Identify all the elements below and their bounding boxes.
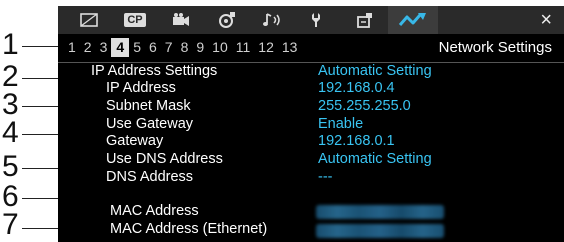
- ip-address-settings-value[interactable]: Automatic Setting: [318, 62, 432, 80]
- callout-1: 1: [2, 28, 19, 61]
- page-numbers: 1 2 3 4 5 6 7 8 9 10 11 12 13: [64, 38, 301, 57]
- page-9[interactable]: 9: [192, 38, 208, 57]
- mac-address-label: MAC Address: [110, 203, 199, 219]
- page-7[interactable]: 7: [161, 38, 177, 57]
- my-menu-icon: [357, 13, 372, 28]
- subnet-mask-value[interactable]: 255.255.255.0: [318, 97, 411, 115]
- close-button[interactable]: ×: [540, 9, 552, 31]
- callout-5: 5: [2, 150, 19, 183]
- subnet-mask-label: Subnet Mask: [106, 98, 191, 114]
- tab-recording-setup[interactable]: [204, 6, 250, 34]
- mac-address-value-redacted: [316, 205, 444, 219]
- custom-picture-icon: CP: [124, 13, 146, 27]
- gateway-value[interactable]: 192.168.0.1: [318, 132, 395, 150]
- page-10[interactable]: 10: [208, 38, 232, 57]
- page-13[interactable]: 13: [278, 38, 302, 57]
- page-12[interactable]: 12: [254, 38, 278, 57]
- recording-setup-icon: [219, 12, 235, 28]
- page-6[interactable]: 6: [145, 38, 161, 57]
- use-gateway-label: Use Gateway: [106, 116, 194, 132]
- page-5[interactable]: 5: [129, 38, 145, 57]
- page-title: Network Settings: [438, 39, 552, 56]
- movie-camera-icon: [173, 13, 189, 26]
- network-icon: [398, 13, 426, 26]
- dns-address-value[interactable]: ---: [318, 168, 333, 186]
- mac-address-ethernet-value-redacted: [316, 224, 444, 238]
- ip-address-label: IP Address: [106, 80, 176, 96]
- dns-address-label: DNS Address: [106, 169, 194, 185]
- page-selector: 1 2 3 4 5 6 7 8 9 10 11 12 13 Network Se…: [58, 35, 564, 61]
- audio-icon: [263, 13, 280, 26]
- callout-7: 7: [2, 208, 19, 241]
- page-4-current[interactable]: 4: [111, 38, 130, 57]
- tab-setup[interactable]: [296, 6, 342, 34]
- page-3[interactable]: 3: [96, 38, 112, 57]
- tab-custom-picture[interactable]: CP: [112, 6, 158, 34]
- page-1[interactable]: 1: [64, 38, 80, 57]
- use-gateway-value[interactable]: Enable: [318, 115, 363, 133]
- picture-frame-icon: [80, 13, 98, 27]
- tab-picture-frame[interactable]: [66, 6, 112, 34]
- use-dns-address-value[interactable]: Automatic Setting: [318, 150, 432, 168]
- page-8[interactable]: 8: [177, 38, 193, 57]
- page-2[interactable]: 2: [80, 38, 96, 57]
- ip-address-settings-label: IP Address Settings: [91, 63, 218, 79]
- use-dns-address-label: Use DNS Address: [106, 151, 223, 167]
- ip-address-value[interactable]: 192.168.0.4: [318, 79, 395, 97]
- tab-network[interactable]: [388, 6, 438, 34]
- page-11[interactable]: 11: [232, 38, 255, 57]
- mac-address-ethernet-label: MAC Address (Ethernet): [110, 221, 268, 237]
- callout-4: 4: [2, 116, 19, 149]
- tab-my-menu[interactable]: [342, 6, 388, 34]
- tab-movie-camera[interactable]: [158, 6, 204, 34]
- gateway-label: Gateway: [106, 133, 164, 149]
- tab-audio[interactable]: [250, 6, 296, 34]
- wrench-icon: [312, 13, 320, 27]
- menu-tab-bar: CP ×: [58, 6, 564, 34]
- network-settings-screen: CP × 1 2 3 4 5 6 7 8 9 10 11 12 13 Netwo…: [58, 6, 564, 242]
